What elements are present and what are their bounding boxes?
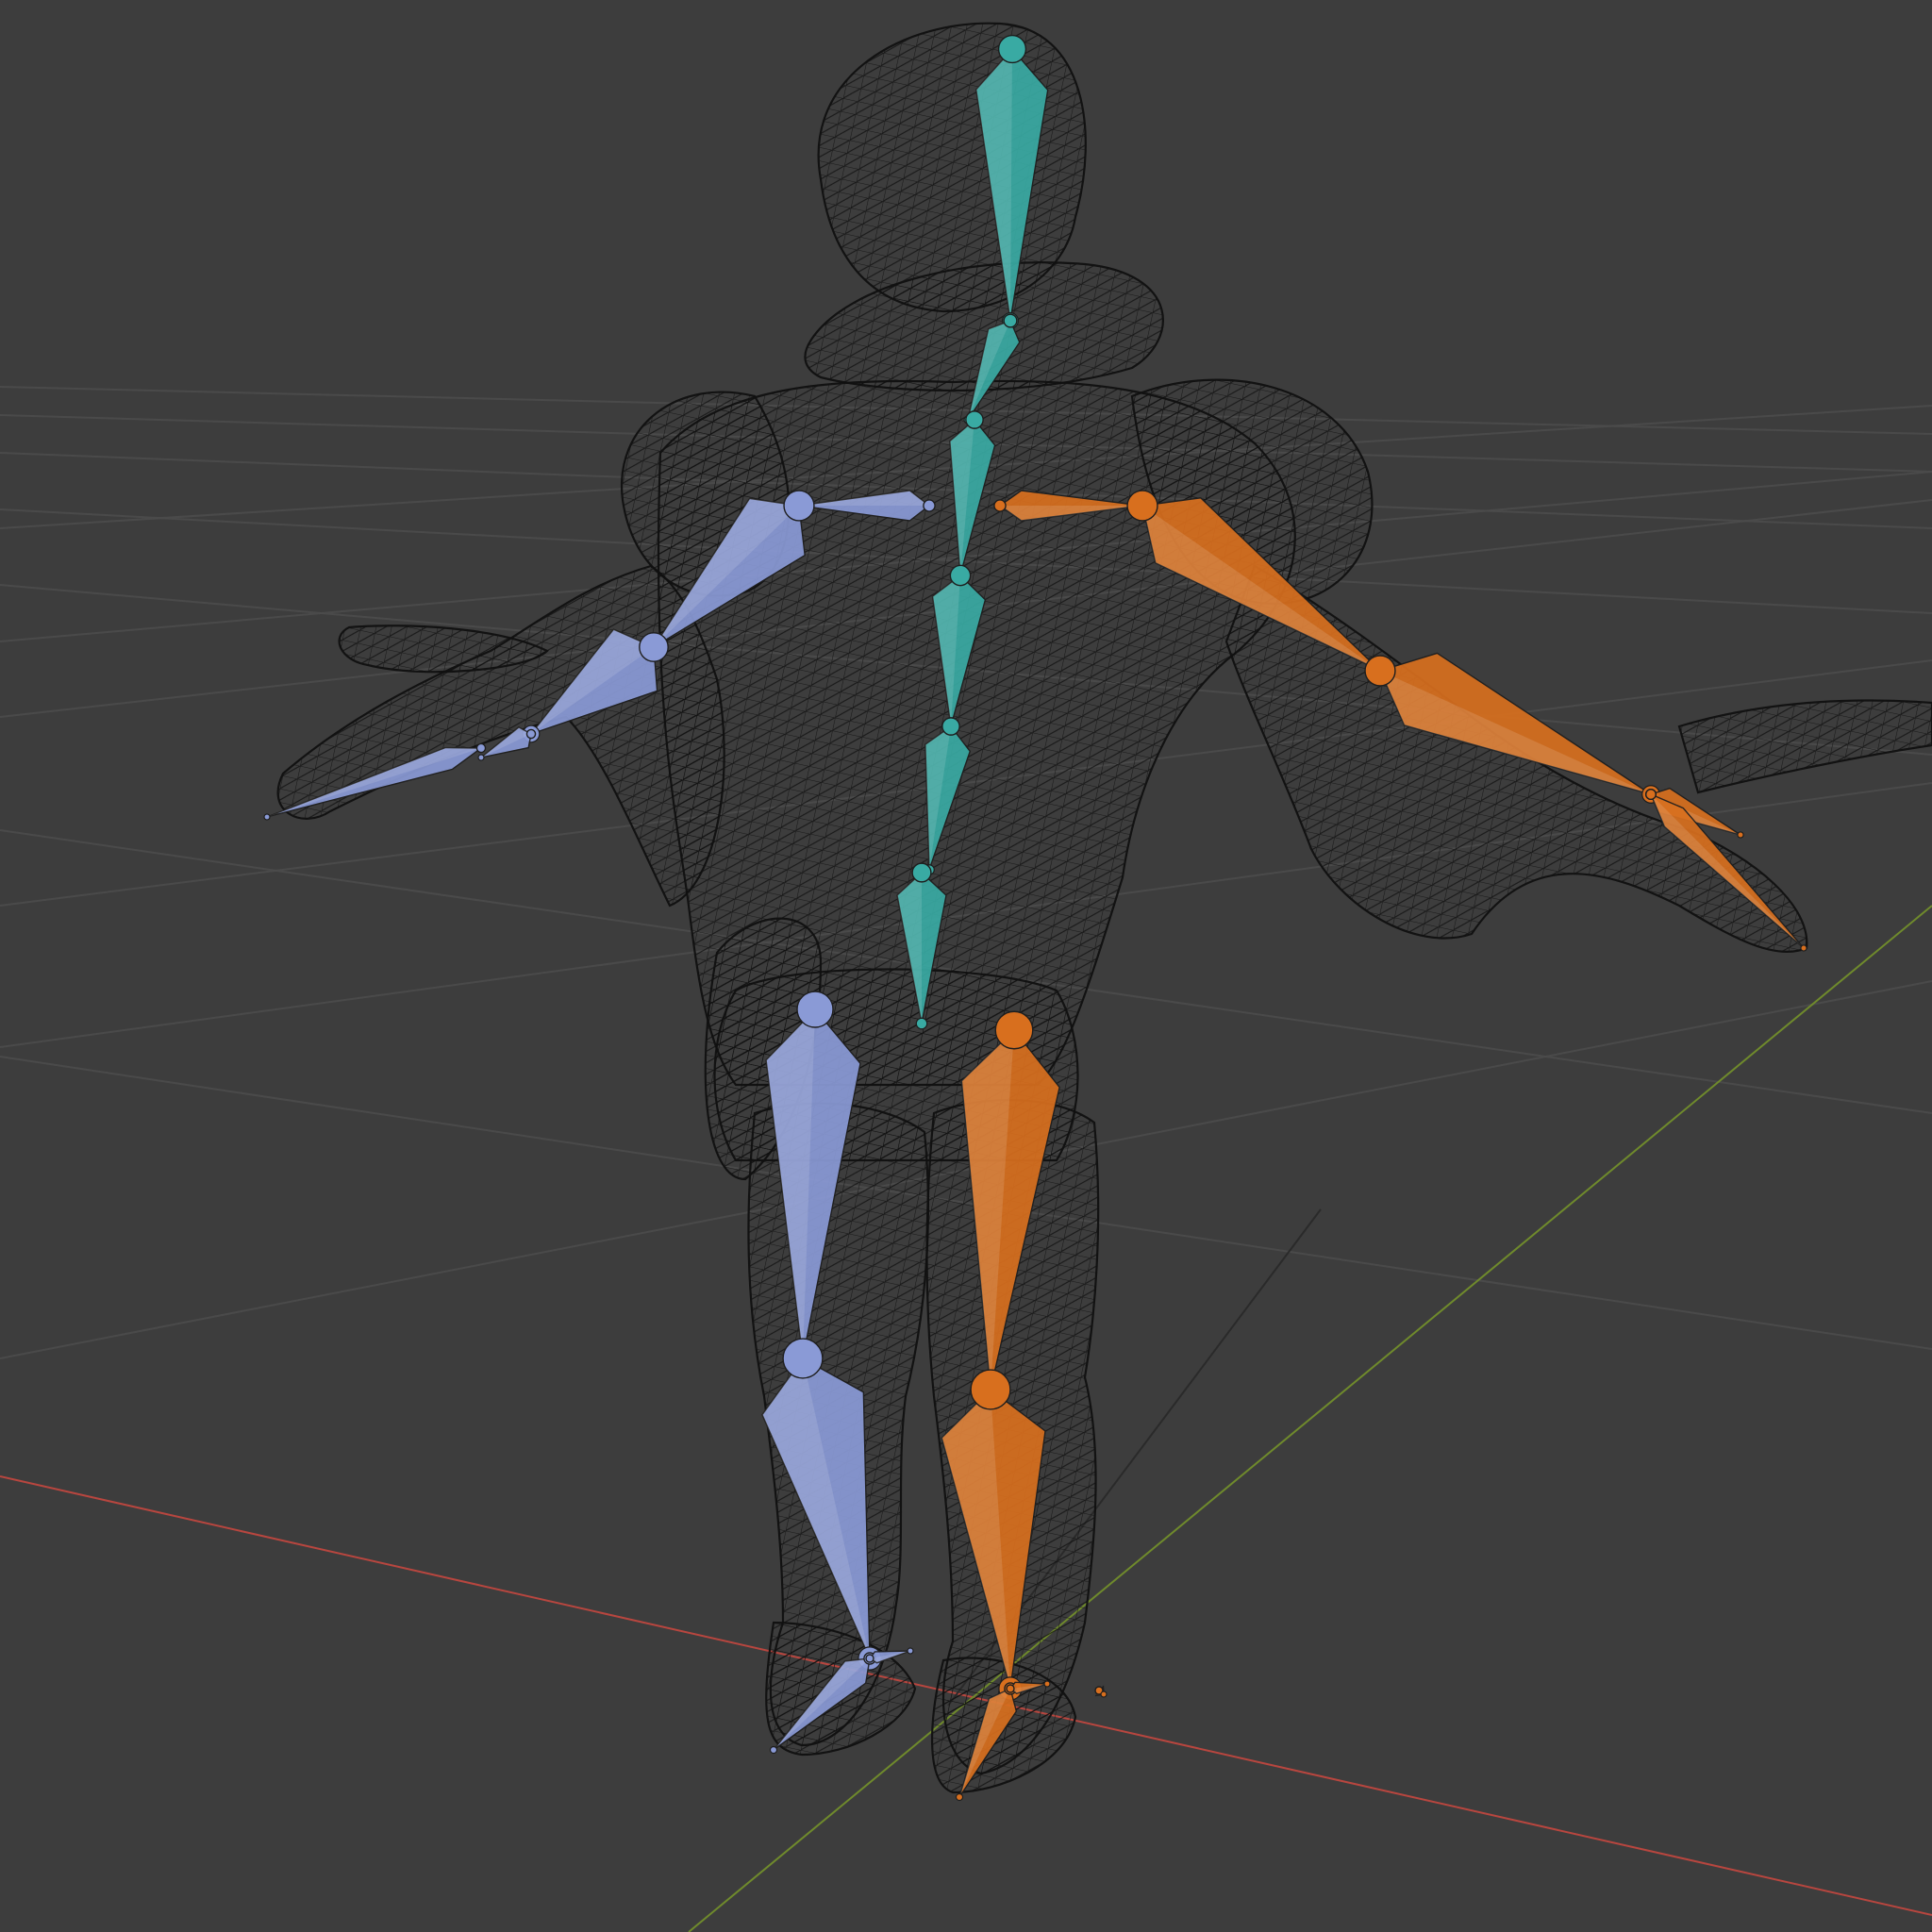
bone-head-joint <box>993 499 1007 512</box>
viewport-canvas[interactable] <box>0 0 1932 1932</box>
bone-right-heel[interactable] <box>1094 1685 1108 1698</box>
3d-viewport[interactable] <box>0 0 1932 1932</box>
bone-head-joint <box>796 991 834 1028</box>
bone-tail-joint <box>263 813 271 821</box>
bone-head-joint <box>1364 655 1396 687</box>
bone-head-joint <box>994 1010 1034 1050</box>
bone-head-joint <box>1003 313 1018 328</box>
bone-head-joint <box>923 499 936 512</box>
bone-head-joint <box>911 862 932 883</box>
bone-head-joint <box>1644 788 1657 801</box>
bone-tail-joint <box>1800 944 1807 952</box>
bone-head-joint <box>1126 490 1158 522</box>
bone-head-joint <box>783 490 815 522</box>
bone-tail-joint <box>915 1017 928 1030</box>
bone-head-joint <box>970 1369 1011 1410</box>
bone-tail-joint <box>1100 1690 1108 1698</box>
bone-head-joint <box>782 1338 824 1379</box>
bone-head-joint <box>1006 1684 1015 1693</box>
bone-tail-joint <box>769 1745 778 1755</box>
bone-tail-joint <box>955 1792 964 1802</box>
mesh-arm-left <box>276 564 725 908</box>
bone-head-joint <box>949 564 972 587</box>
bone-head-joint <box>865 1654 874 1663</box>
bone-tail-joint <box>907 1647 914 1655</box>
bone-tail-joint <box>1737 831 1744 839</box>
bone-head-joint <box>525 728 537 740</box>
bone-head-joint <box>639 632 669 662</box>
bone-head-joint <box>965 410 984 429</box>
bone-head-joint <box>475 742 487 754</box>
bone-tail-joint <box>1043 1680 1051 1688</box>
bone-tail-joint <box>477 754 485 761</box>
mesh-sleeve-right <box>1677 699 1932 794</box>
bone-head-joint <box>997 34 1027 64</box>
bone-head-joint <box>941 717 960 736</box>
